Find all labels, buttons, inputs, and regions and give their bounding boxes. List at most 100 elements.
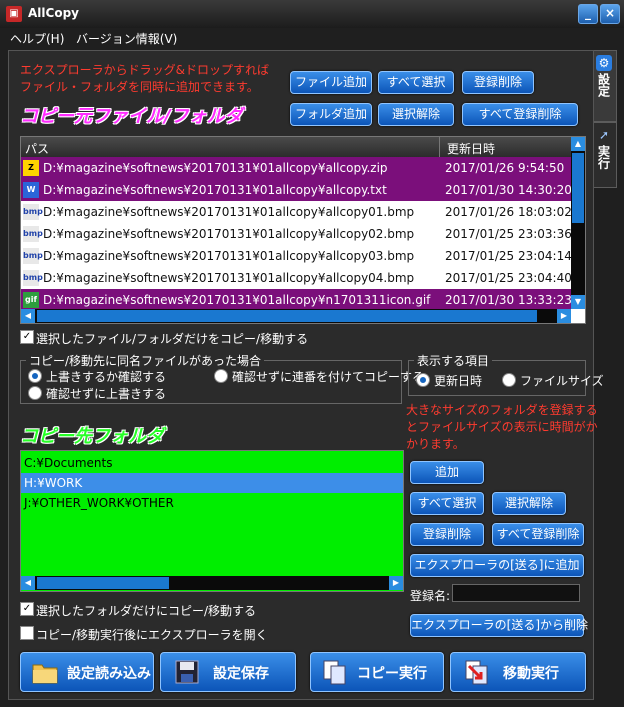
- file-path: D:¥magazine¥softnews¥20170131¥01allcopy¥…: [43, 183, 387, 197]
- copy-run-button[interactable]: コピー実行: [310, 652, 444, 692]
- dest-folder-row[interactable]: J:¥OTHER_WORK¥OTHER: [21, 493, 403, 513]
- only-selected-files-label: 選択したファイル/フォルダだけをコピー/移動する: [36, 332, 309, 346]
- conflict-legend: コピー/移動先に同名ファイルがあった場合: [26, 352, 265, 369]
- display-option-modified[interactable]: [416, 373, 430, 387]
- app-icon: ▣: [6, 6, 22, 22]
- file-date: 2017/01/30 13:33:23: [445, 293, 572, 307]
- file-row[interactable]: gif D:¥magazine¥softnews¥20170131¥01allco…: [21, 289, 572, 311]
- source-note-line1: エクスプローラからドラッグ&ドロップすれば: [20, 63, 269, 77]
- reg-name-label: 登録名:: [410, 589, 451, 603]
- dest-folder-row[interactable]: C:¥Documents: [21, 453, 403, 473]
- reg-name-input[interactable]: [452, 584, 580, 602]
- move-run-label: 移動実行: [503, 666, 559, 682]
- tab-run-label: 実行: [596, 145, 611, 169]
- file-row[interactable]: bmp D:¥magazine¥softnews¥20170131¥01allco…: [21, 223, 572, 245]
- dest-scroll-left-icon[interactable]: ◀: [21, 576, 35, 590]
- move-icon: [463, 658, 491, 686]
- display-option-size[interactable]: [502, 373, 516, 387]
- scroll-right-icon[interactable]: ▶: [557, 309, 571, 323]
- source-note-line2: ファイル・フォルダを同時に追加できます。: [20, 80, 259, 94]
- add-file-button[interactable]: ファイル追加: [290, 71, 372, 94]
- dest-folder-list[interactable]: C:¥Documents H:¥WORK J:¥OTHER_WORK¥OTHER ◀…: [20, 450, 404, 592]
- file-row[interactable]: bmp D:¥magazine¥softnews¥20170131¥01allco…: [21, 201, 572, 223]
- file-date: 2017/01/30 14:30:20: [445, 183, 572, 197]
- file-list-header: パス 更新日時: [21, 137, 571, 157]
- gear-icon: ⚙: [596, 55, 612, 71]
- source-heading: コピー元ファイル/フォルダ: [20, 106, 243, 127]
- file-list-hscroll[interactable]: ◀ ▶: [21, 309, 571, 323]
- dest-deselect-button[interactable]: 選択解除: [492, 492, 566, 515]
- file-date: 2017/01/26 18:03:02: [445, 205, 572, 219]
- load-settings-label: 設定読み込み: [67, 666, 151, 682]
- load-settings-button[interactable]: 設定読み込み: [20, 652, 154, 692]
- hscroll-thumb[interactable]: [37, 310, 537, 322]
- conflict-option-serial-label: 確認せずに連番を付けてコピーする: [232, 370, 425, 384]
- open-explorer-label: コピー/移動実行後にエクスプローラを開く: [36, 628, 268, 642]
- close-button[interactable]: ×: [600, 4, 620, 24]
- display-note-line3: かります。: [406, 437, 465, 451]
- display-note: 大きなサイズのフォルダを登録する とファイルサイズの表示に時間がか かります。: [406, 402, 598, 453]
- display-note-line2: とファイルサイズの表示に時間がか: [406, 420, 598, 434]
- dest-list-hscroll[interactable]: ◀ ▶: [21, 576, 403, 590]
- dest-folder-row[interactable]: H:¥WORK: [21, 473, 403, 493]
- copy-run-label: コピー実行: [357, 666, 427, 682]
- open-explorer-checkbox[interactable]: [20, 626, 34, 640]
- file-path: D:¥magazine¥softnews¥20170131¥01allcopy¥…: [43, 293, 431, 307]
- save-settings-button[interactable]: 設定保存: [160, 652, 296, 692]
- conflict-option-overwrite[interactable]: [28, 386, 42, 400]
- add-sendto-button[interactable]: エクスプローラの[送る]に追加: [410, 554, 584, 577]
- file-row[interactable]: W D:¥magazine¥softnews¥20170131¥01allcopy…: [21, 179, 572, 201]
- bmp-icon: bmp: [23, 270, 43, 286]
- source-file-list[interactable]: パス 更新日時 Z D:¥magazine¥softnews¥20170131¥0…: [20, 136, 586, 324]
- tab-settings-label: 設定: [596, 73, 611, 97]
- dest-remove-button[interactable]: 登録削除: [410, 523, 484, 546]
- move-run-button[interactable]: 移動実行: [450, 652, 586, 692]
- column-path[interactable]: パス: [25, 140, 49, 157]
- source-select-all-button[interactable]: すべて選択: [378, 71, 454, 94]
- tab-settings[interactable]: ⚙ 設定: [592, 50, 617, 122]
- dest-select-all-button[interactable]: すべて選択: [410, 492, 484, 515]
- scroll-up-icon[interactable]: ▲: [571, 137, 585, 151]
- only-selected-files-checkbox[interactable]: ✓: [20, 330, 34, 344]
- gif-icon: gif: [23, 292, 39, 308]
- source-remove-button[interactable]: 登録削除: [462, 71, 534, 94]
- rocket-icon: ➚: [598, 128, 610, 142]
- dest-remove-all-button[interactable]: すべて登録削除: [492, 523, 584, 546]
- dest-hscroll-thumb[interactable]: [37, 577, 169, 589]
- column-divider: [439, 137, 440, 157]
- file-path: D:¥magazine¥softnews¥20170131¥01allcopy¥…: [43, 271, 415, 285]
- dest-add-button[interactable]: 追加: [410, 461, 484, 484]
- copy-icon: [321, 658, 349, 686]
- scroll-left-icon[interactable]: ◀: [21, 309, 35, 323]
- only-selected-folders-checkbox[interactable]: ✓: [20, 602, 34, 616]
- menu-version[interactable]: バージョン情報(V): [76, 30, 177, 47]
- file-row[interactable]: bmp D:¥magazine¥softnews¥20170131¥01allco…: [21, 267, 572, 289]
- file-date: 2017/01/26 9:54:50: [445, 161, 565, 175]
- menu-help[interactable]: ヘルプ(H): [10, 30, 64, 47]
- source-deselect-button[interactable]: 選択解除: [378, 103, 454, 126]
- display-note-line1: 大きなサイズのフォルダを登録する: [406, 403, 598, 417]
- display-option-size-label: ファイルサイズ: [520, 374, 604, 388]
- minimize-button[interactable]: _: [578, 4, 598, 24]
- add-folder-button[interactable]: フォルダ追加: [290, 103, 372, 126]
- file-row[interactable]: Z D:¥magazine¥softnews¥20170131¥01allcopy…: [21, 157, 571, 179]
- display-legend: 表示する項目: [414, 352, 493, 369]
- file-list-vscroll[interactable]: ▲ ▼: [571, 137, 585, 309]
- file-path: D:¥magazine¥softnews¥20170131¥01allcopy¥…: [43, 227, 415, 241]
- folder-open-icon: [31, 658, 59, 686]
- column-modified[interactable]: 更新日時: [447, 140, 495, 157]
- display-option-modified-label: 更新日時: [434, 374, 483, 388]
- source-remove-all-button[interactable]: すべて登録削除: [462, 103, 578, 126]
- conflict-option-confirm[interactable]: [28, 369, 42, 383]
- conflict-option-confirm-label: 上書きするか確認する: [46, 370, 167, 384]
- vscroll-thumb[interactable]: [572, 153, 584, 223]
- file-path: D:¥magazine¥softnews¥20170131¥01allcopy¥…: [43, 161, 388, 175]
- dest-scroll-right-icon[interactable]: ▶: [389, 576, 403, 590]
- file-date: 2017/01/25 23:04:14: [445, 249, 572, 263]
- scroll-down-icon[interactable]: ▼: [571, 295, 585, 309]
- remove-sendto-button[interactable]: エクスプローラの[送る]から削除: [410, 614, 588, 637]
- conflict-option-serial[interactable]: [214, 369, 228, 383]
- file-path: D:¥magazine¥softnews¥20170131¥01allcopy¥…: [43, 205, 415, 219]
- file-row[interactable]: bmp D:¥magazine¥softnews¥20170131¥01allco…: [21, 245, 572, 267]
- tab-run[interactable]: ➚ 実行: [592, 122, 617, 188]
